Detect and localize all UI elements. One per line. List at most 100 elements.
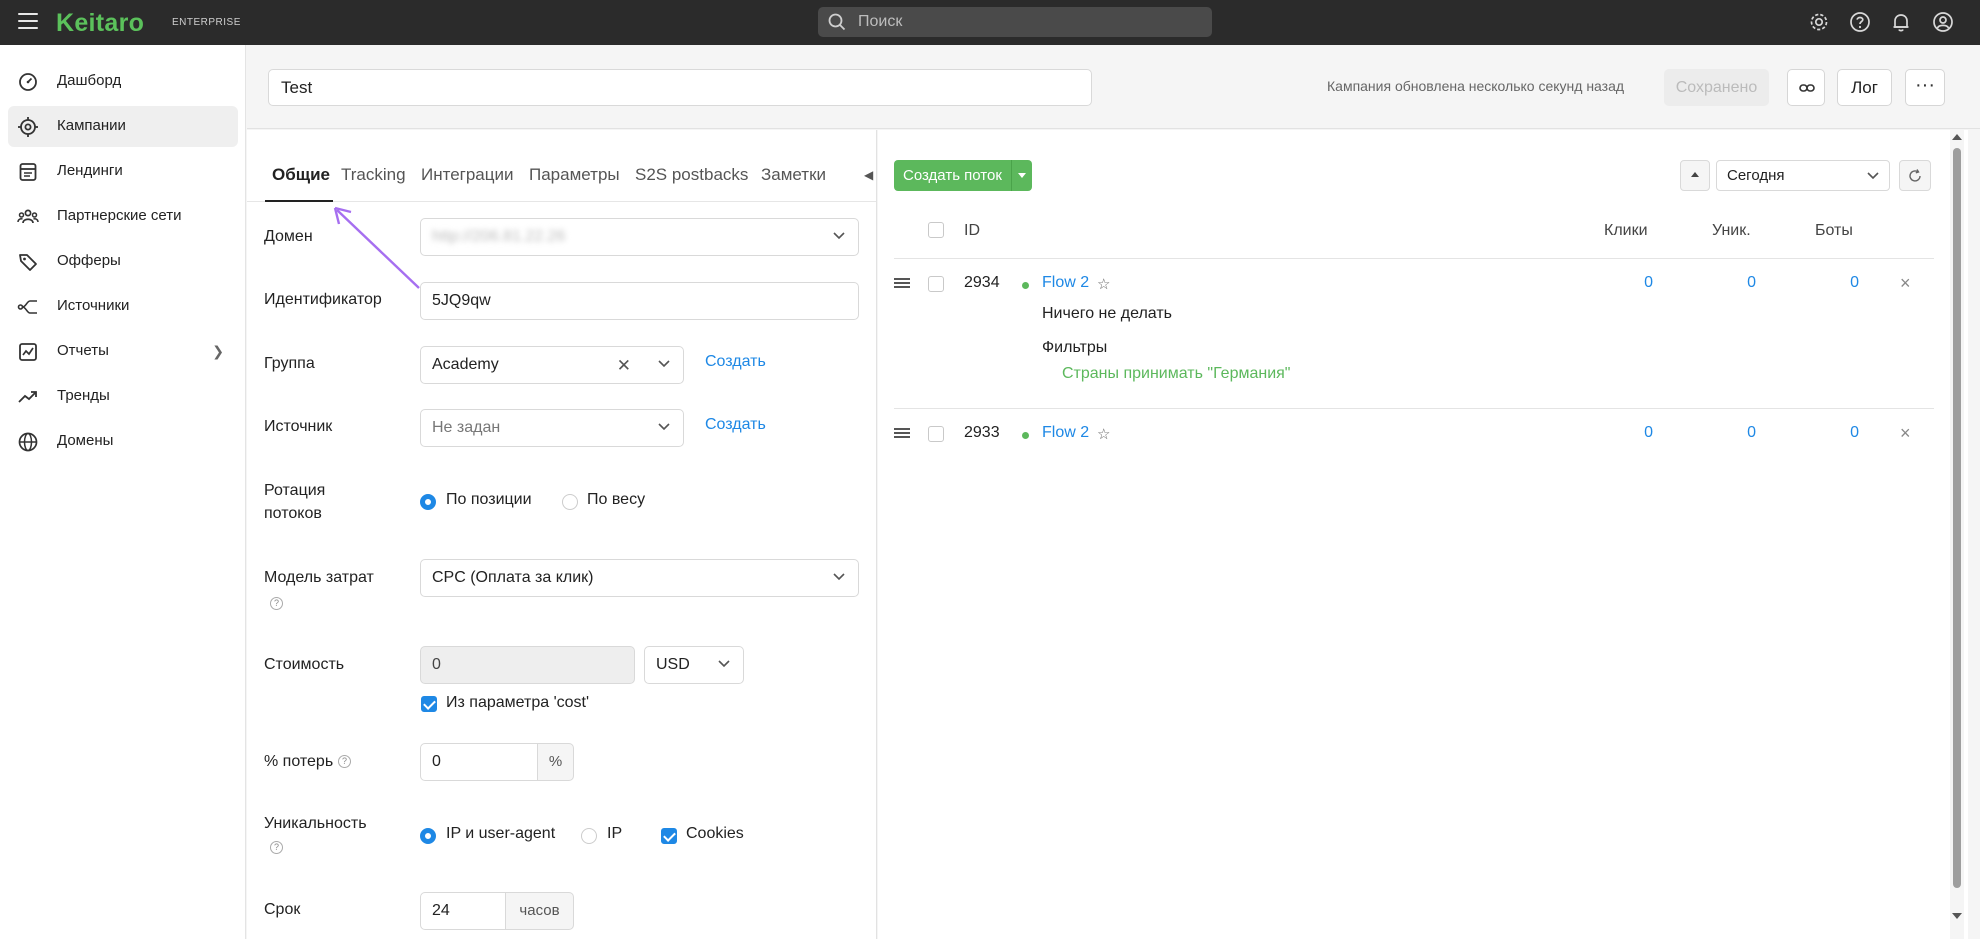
sidebar-item-sources[interactable]: Источники [8, 286, 238, 327]
flow-name-link[interactable]: Flow 2 [1042, 424, 1089, 442]
refresh-button[interactable] [1899, 160, 1931, 191]
notification-bell-icon[interactable] [1890, 11, 1912, 33]
scroll-up-icon[interactable] [1952, 134, 1962, 140]
sidebar-item-campaigns[interactable]: Кампании [8, 106, 238, 147]
uniq-ip-radio[interactable] [581, 828, 597, 844]
caret-down-icon[interactable] [1018, 173, 1026, 178]
help-icon[interactable]: ? [270, 841, 283, 854]
column-header-bots[interactable]: Боты [1815, 222, 1853, 240]
cost-label: Стоимость [264, 656, 345, 673]
term-input[interactable]: 24 [420, 892, 506, 930]
search-input[interactable]: Поиск [818, 7, 1212, 37]
currency-select[interactable]: USD [644, 646, 744, 684]
cost-model-select[interactable]: CPC (Оплата за клик) [420, 559, 859, 597]
create-source-link[interactable]: Создать [705, 416, 766, 434]
clear-icon[interactable]: ✕ [617, 356, 631, 376]
source-select[interactable]: Не задан [420, 409, 684, 447]
column-header-clicks[interactable]: Клики [1604, 222, 1648, 240]
period-select[interactable]: Сегодня [1716, 160, 1890, 191]
tab-parameters[interactable]: Параметры [529, 165, 620, 185]
trends-icon [18, 391, 37, 403]
flow-unique[interactable]: 0 [1716, 274, 1756, 292]
offers-tag-icon [19, 254, 37, 271]
scrollbar[interactable] [1950, 130, 1964, 939]
campaign-name-input[interactable]: Test [268, 69, 1092, 106]
delete-flow-icon[interactable]: × [1900, 423, 1911, 444]
column-header-unique[interactable]: Уник. [1712, 222, 1751, 240]
flow-clicks[interactable]: 0 [1613, 424, 1653, 442]
source-label: Источник [264, 418, 333, 435]
more-actions-button[interactable]: ··· [1905, 69, 1945, 106]
copy-link-button[interactable] [1787, 69, 1825, 106]
uniq-ip-ua-radio[interactable] [420, 828, 436, 844]
sidebar-item-trends[interactable]: Тренды [8, 376, 238, 417]
cost-from-param-label: Из параметра 'cost' [446, 694, 590, 711]
row-checkbox[interactable] [928, 426, 944, 442]
cost-input[interactable]: 0 [420, 646, 635, 684]
sidebar-item-reports[interactable]: Отчеты ❯ [8, 331, 238, 372]
sidebar-item-dashboard[interactable]: Дашборд [8, 61, 238, 102]
flow-id: 2933 [964, 424, 1000, 441]
log-button[interactable]: Лог [1837, 69, 1892, 106]
search-icon [828, 13, 846, 31]
cost-from-param-checkbox[interactable] [421, 696, 437, 712]
create-flow-button[interactable]: Создать поток [894, 160, 1032, 191]
group-select[interactable]: Academy ✕ [420, 346, 684, 384]
uniq-cookies-label: Cookies [686, 825, 744, 842]
scroll-down-icon[interactable] [1952, 913, 1962, 919]
sidebar-item-offers[interactable]: Офферы [8, 241, 238, 282]
row-checkbox[interactable] [928, 276, 944, 292]
uniq-cookies-checkbox[interactable] [661, 828, 677, 844]
status-active-dot [1022, 282, 1029, 289]
currency-value: USD [656, 656, 690, 673]
rotation-position-radio[interactable] [420, 494, 436, 510]
flow-clicks[interactable]: 0 [1613, 274, 1653, 292]
star-icon[interactable]: ☆ [1097, 425, 1110, 443]
loss-input[interactable]: 0 [420, 743, 538, 781]
chevron-down-icon [718, 660, 730, 668]
domain-select[interactable]: http://206.81.22.26 [420, 218, 859, 256]
help-icon[interactable] [1849, 11, 1871, 33]
identifier-input[interactable]: 5JQ9qw [420, 282, 859, 320]
create-group-link[interactable]: Создать [705, 353, 766, 371]
tab-integrations[interactable]: Интеграции [421, 165, 514, 185]
settings-gear-icon[interactable] [1808, 11, 1830, 33]
help-icon[interactable]: ? [338, 755, 351, 768]
help-icon[interactable]: ? [270, 597, 283, 610]
group-value: Academy [432, 356, 499, 373]
star-icon[interactable]: ☆ [1097, 275, 1110, 293]
delete-flow-icon[interactable]: × [1900, 273, 1911, 294]
domain-label: Домен [264, 228, 313, 245]
tab-notes[interactable]: Заметки [761, 165, 826, 185]
sidebar-item-label: Домены [57, 432, 114, 449]
user-account-icon[interactable] [1932, 11, 1954, 33]
drag-handle-icon[interactable] [894, 428, 910, 438]
drag-handle-icon[interactable] [894, 278, 910, 288]
landing-icon [19, 163, 37, 181]
flow-bots[interactable]: 0 [1819, 274, 1859, 292]
chevron-down-icon [1867, 172, 1879, 180]
loss-label: % потерь [264, 753, 334, 770]
rotation-weight-radio[interactable] [562, 494, 578, 510]
collapse-up-button[interactable] [1680, 160, 1710, 191]
create-flow-label: Создать поток [903, 167, 1002, 184]
tabs-scroll-left-icon[interactable]: ◀ [864, 168, 873, 182]
column-header-id[interactable]: ID [964, 222, 980, 240]
logo[interactable]: Keitaro [56, 9, 144, 38]
scrollbar-thumb[interactable] [1953, 148, 1961, 888]
flow-name-link[interactable]: Flow 2 [1042, 274, 1089, 292]
sidebar-item-landings[interactable]: Лендинги [8, 151, 238, 192]
tab-general[interactable]: Общие [272, 165, 330, 185]
menu-icon[interactable] [18, 13, 38, 31]
flow-action: Ничего не делать [1042, 305, 1172, 322]
flow-filter-rule[interactable]: Страны принимать "Германия" [1062, 365, 1290, 383]
flow-bots[interactable]: 0 [1819, 424, 1859, 442]
tab-tracking[interactable]: Tracking [341, 165, 406, 185]
sidebar-item-domains[interactable]: Домены [8, 421, 238, 462]
sidebar-item-label: Кампании [57, 117, 126, 134]
tab-s2s-postbacks[interactable]: S2S postbacks [635, 165, 748, 185]
sidebar-item-affiliate-networks[interactable]: Партнерские сети [8, 196, 238, 237]
flow-unique[interactable]: 0 [1716, 424, 1756, 442]
select-all-checkbox[interactable] [928, 222, 944, 238]
save-button[interactable]: Сохранено [1664, 69, 1769, 106]
